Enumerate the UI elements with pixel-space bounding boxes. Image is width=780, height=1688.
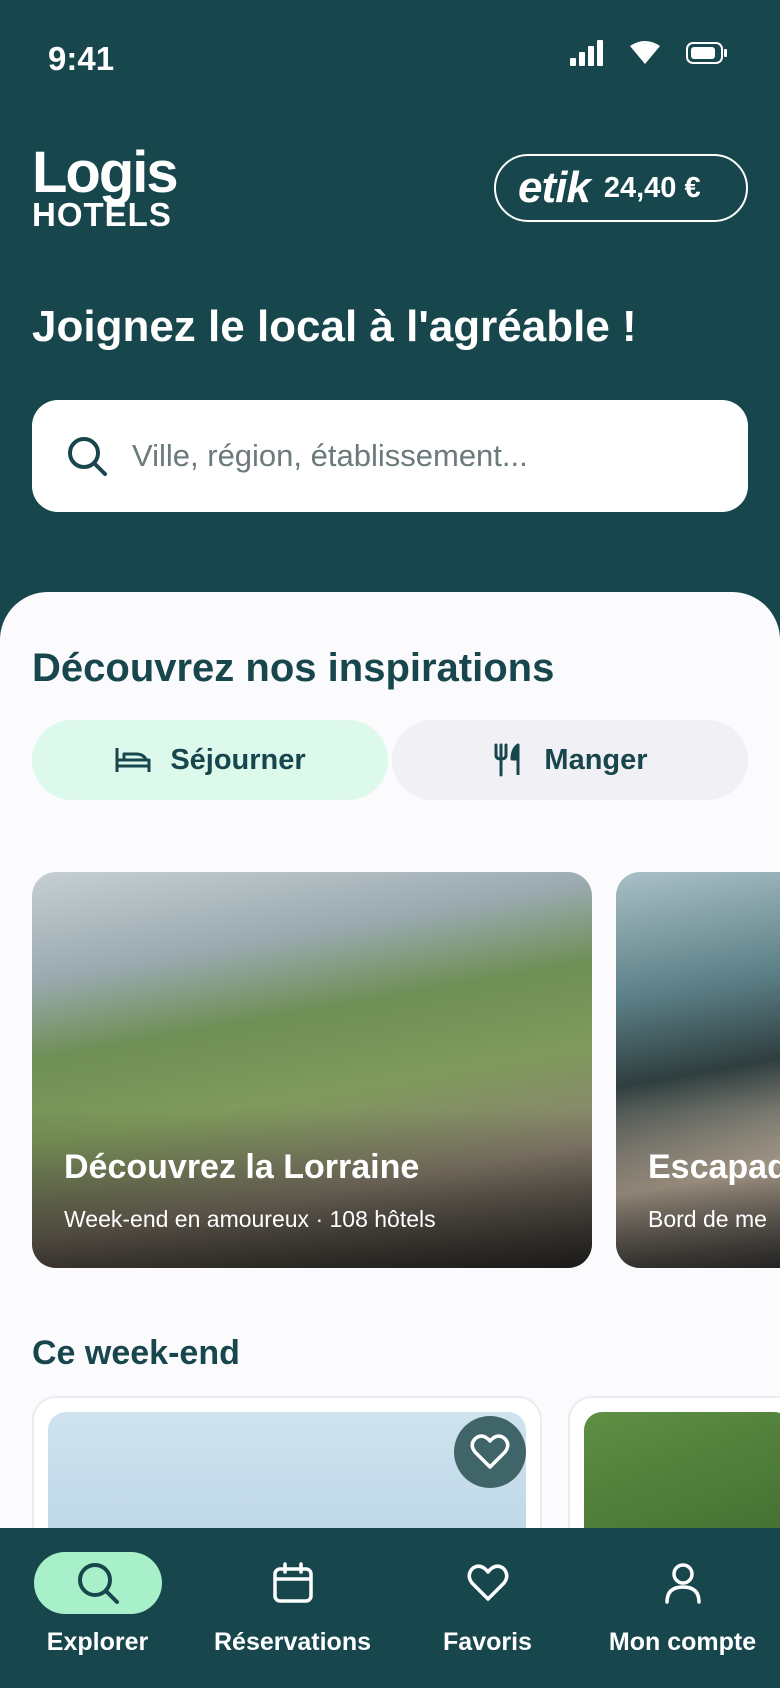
search-icon — [77, 1563, 119, 1604]
tab-label: Favoris — [443, 1628, 532, 1656]
status-time: 9:41 — [48, 40, 115, 77]
inspiration-card[interactable]: Découvrez la Lorraine Week-end en amoure… — [32, 872, 592, 1268]
inspirations-title: Découvrez nos inspirations — [32, 646, 555, 690]
tab-explorer[interactable]: Explorer — [0, 1552, 195, 1657]
wifi-icon — [630, 41, 660, 64]
search-bar[interactable] — [32, 400, 748, 512]
segment-manger-label: Manger — [544, 743, 648, 776]
card-subtitle: Bord de me — [648, 1206, 767, 1232]
signal-icon — [570, 40, 603, 66]
heart-icon — [470, 1434, 510, 1469]
search-input[interactable] — [132, 438, 692, 474]
tab-reservations-pill — [229, 1552, 357, 1614]
page-headline: Joignez le local à l'agréable ! — [32, 302, 637, 351]
etik-wallet-button[interactable]: etik 24,40 € — [494, 154, 748, 222]
tab-mon-compte[interactable]: Mon compte — [585, 1552, 780, 1657]
bed-icon — [115, 748, 151, 772]
card-shade — [32, 1108, 592, 1268]
wallet-amount: 24,40 € — [603, 171, 701, 204]
fork-knife-icon — [494, 743, 520, 777]
user-icon — [664, 1563, 701, 1604]
search-icon — [68, 437, 107, 476]
bottom-tab-bar: Explorer Réservations Favoris Mon compte — [0, 1528, 780, 1688]
tab-favoris-pill — [424, 1552, 552, 1614]
tab-mon-compte-pill — [619, 1552, 747, 1614]
battery-icon — [686, 42, 727, 64]
tab-favoris[interactable]: Favoris — [390, 1552, 585, 1657]
card-shade — [616, 1108, 780, 1268]
tab-explorer-pill — [33, 1552, 162, 1614]
logis-hotels-logo: Logis HOTELS — [32, 140, 179, 233]
heart-icon — [467, 1564, 508, 1601]
card-subtitle: Week-end en amoureux · 108 hôtels — [64, 1206, 436, 1232]
tab-label: Mon compte — [608, 1628, 757, 1656]
calendar-icon — [272, 1562, 313, 1603]
tab-label: Explorer — [46, 1628, 149, 1656]
weekend-title: Ce week-end — [32, 1334, 240, 1372]
inspiration-card[interactable]: Escapad Bord de me — [616, 872, 780, 1268]
tab-reservations[interactable]: Réservations — [195, 1552, 390, 1657]
status-bar: 9:41 — [0, 0, 780, 120]
etik-brand: etik — [518, 163, 591, 212]
card-title: Escapad — [648, 1148, 780, 1186]
card-title: Découvrez la Lorraine — [64, 1148, 420, 1186]
favorite-button[interactable] — [454, 1416, 526, 1488]
status-icons — [570, 40, 728, 66]
tab-label: Réservations — [213, 1628, 372, 1656]
segment-sejourner[interactable]: Séjourner — [32, 720, 388, 800]
segment-manger[interactable]: Manger — [392, 720, 748, 800]
segment-sejourner-label: Séjourner — [170, 743, 306, 776]
